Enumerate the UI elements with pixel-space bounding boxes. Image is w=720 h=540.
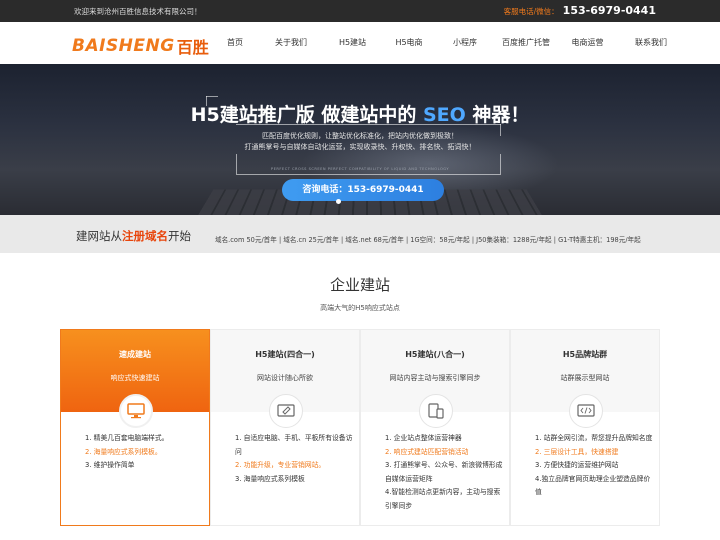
card-quick-site[interactable]: 速成建站 响应式快速建站 1. 精美几百套电脑端样式。 2. 海量响应式系列模板… <box>60 329 210 526</box>
nav-menu: 首页 关于我们 H5建站 H5电商 小程序 百度推广托管 电商运营 联系我们 <box>212 22 686 64</box>
card-feature-list: 1. 自适应电脑、手机、平板所有设备访问 2. 功能升级，专业营销网站。 3. … <box>235 432 355 486</box>
list-item: 1. 自适应电脑、手机、平板所有设备访问 <box>235 434 353 456</box>
frame-corner <box>500 154 501 174</box>
card-title: H5建站(四合一) <box>255 350 315 359</box>
nav-item-home[interactable]: 首页 <box>212 22 258 64</box>
list-item: 4.独立品牌官网页助理企业塑造品牌价值 <box>535 474 651 497</box>
nav-item-mini-program[interactable]: 小程序 <box>437 22 493 64</box>
monitor-icon <box>119 394 153 428</box>
nav-item-ecommerce-ops[interactable]: 电商运营 <box>559 22 616 64</box>
list-item: 2. 响应式建站匹配营销活动 <box>385 447 469 456</box>
card-title: H5品牌站群 <box>562 350 608 359</box>
banner-line-2: 打通熊掌号与自媒体自动化运营，实现收录快、升权快、排名快、拓词快！ <box>244 143 476 151</box>
logo-text-cn: 百胜 <box>176 38 209 57</box>
product-cards: 速成建站 响应式快速建站 1. 精美几百套电脑端样式。 2. 海量响应式系列模板… <box>60 329 660 526</box>
list-item: 1. 站群全网引流，帮您提升品牌知名度 <box>535 434 653 442</box>
card-subtitle: 站群展示型网站 <box>560 374 610 382</box>
domain-title: 建网站从注册域名开始 <box>76 229 191 243</box>
devices-icon <box>419 394 453 428</box>
nav-item-baidu-ads[interactable]: 百度推广托管 <box>493 22 559 64</box>
frame-corner <box>206 96 218 97</box>
seo-highlight: SEO <box>422 104 466 126</box>
list-item: 3. 维护操作简单 <box>85 461 135 469</box>
list-item: 3. 海量响应式系列模板 <box>235 474 305 483</box>
register-domain-highlight: 注册域名 <box>122 229 168 243</box>
banner-title: H5建站推广版 做建站中的 SEO 神器！ <box>190 104 530 126</box>
list-item: 3. 方便快捷的运营维护网站 <box>535 461 619 469</box>
list-item: 1. 精美几百套电脑端样式。 <box>85 434 169 442</box>
contact-phone[interactable]: 153-6979-0441 <box>563 4 656 17</box>
list-item: 3. 打通熊掌号、公众号、新浪微博形成自媒体运营矩阵 <box>385 461 503 483</box>
domain-price-strip: 建网站从注册域名开始 域名.com 50元/首年 | 域名.cn 25元/首年 … <box>0 215 720 253</box>
frame-corner <box>236 154 237 174</box>
card-title: 速成建站 <box>119 350 151 359</box>
card-title: H5建站(八合一) <box>405 350 465 359</box>
card-subtitle: 网站设计随心所欲 <box>257 374 313 382</box>
card-h5-eight-in-one[interactable]: H5建站(八合一) 网站内容主动与搜索引擎同步 1. 企业站点整体运营神器 2.… <box>360 329 510 526</box>
list-item: 1. 企业站点整体运营神器 <box>385 434 462 442</box>
card-feature-list: 1. 企业站点整体运营神器 2. 响应式建站匹配营销活动 3. 打通熊掌号、公众… <box>385 432 505 513</box>
list-item: 2. 海量响应式系列模板。 <box>85 447 162 456</box>
card-feature-list: 1. 精美几百套电脑端样式。 2. 海量响应式系列模板。 3. 维护操作简单 <box>85 432 205 473</box>
top-bar: 欢迎来到沧州百胜信息技术有限公司！ 客服电话/微信： 153-6979-0441 <box>0 0 720 22</box>
nav-item-contact[interactable]: 联系我们 <box>616 22 686 64</box>
welcome-text: 欢迎来到沧州百胜信息技术有限公司！ <box>74 7 202 16</box>
card-h5-brand-sites[interactable]: H5品牌站群 站群展示型网站 1. 站群全网引流，帮您提升品牌知名度 2. 三层… <box>510 329 660 526</box>
banner-tiny-text: PERFECT CROSS SCREEN PERFECT COMPATIBILI… <box>270 167 450 171</box>
card-subtitle: 网站内容主动与搜索引擎同步 <box>389 374 481 382</box>
frame-line-bottom <box>236 174 501 175</box>
nav-item-h5-site[interactable]: H5建站 <box>324 22 381 64</box>
contact-info: 客服电话/微信： 153-6979-0441 <box>504 4 656 17</box>
main-nav: BAISHENG 百胜 首页 关于我们 H5建站 H5电商 小程序 百度推广托管… <box>0 22 720 64</box>
logo-text-en: BAISHENG <box>72 36 175 56</box>
section-title: 企业建站 <box>329 276 390 294</box>
list-item: 2. 功能升级，专业营销网站。 <box>235 461 326 469</box>
code-icon <box>569 394 603 428</box>
consult-phone-button[interactable]: 咨询电话：153-6979-0441 <box>282 179 444 201</box>
list-item: 2. 三层设计工具，快速搭建 <box>535 447 619 456</box>
nav-item-about[interactable]: 关于我们 <box>258 22 324 64</box>
banner-line-1: 匹配百度优化规则，让整站优化标准化，把站内优化做到极致！ <box>262 132 458 140</box>
logo[interactable]: BAISHENG 百胜 <box>72 34 209 58</box>
enterprise-site-section: 企业建站 高端大气的H5响应式站点 速成建站 响应式快速建站 1. 精美几百套电… <box>0 253 720 540</box>
nav-item-h5-shop[interactable]: H5电商 <box>381 22 437 64</box>
carousel-dot[interactable] <box>336 199 341 204</box>
list-item: 4.智能检测站点更新内容，主动与搜索引擎同步 <box>385 488 501 510</box>
card-h5-four-in-one[interactable]: H5建站(四合一) 网站设计随心所欲 1. 自适应电脑、手机、平板所有设备访问 … <box>210 329 360 526</box>
section-subtitle: 高端大气的H5响应式站点 <box>320 304 400 312</box>
domain-prices[interactable]: 域名.com 50元/首年 | 域名.cn 25元/首年 | 域名.net 68… <box>215 234 641 244</box>
card-feature-list: 1. 站群全网引流，帮您提升品牌知名度 2. 三层设计工具，快速搭建 3. 方便… <box>535 432 655 500</box>
card-subtitle: 响应式快速建站 <box>110 374 160 382</box>
design-icon <box>269 394 303 428</box>
contact-label: 客服电话/微信： <box>503 7 559 16</box>
